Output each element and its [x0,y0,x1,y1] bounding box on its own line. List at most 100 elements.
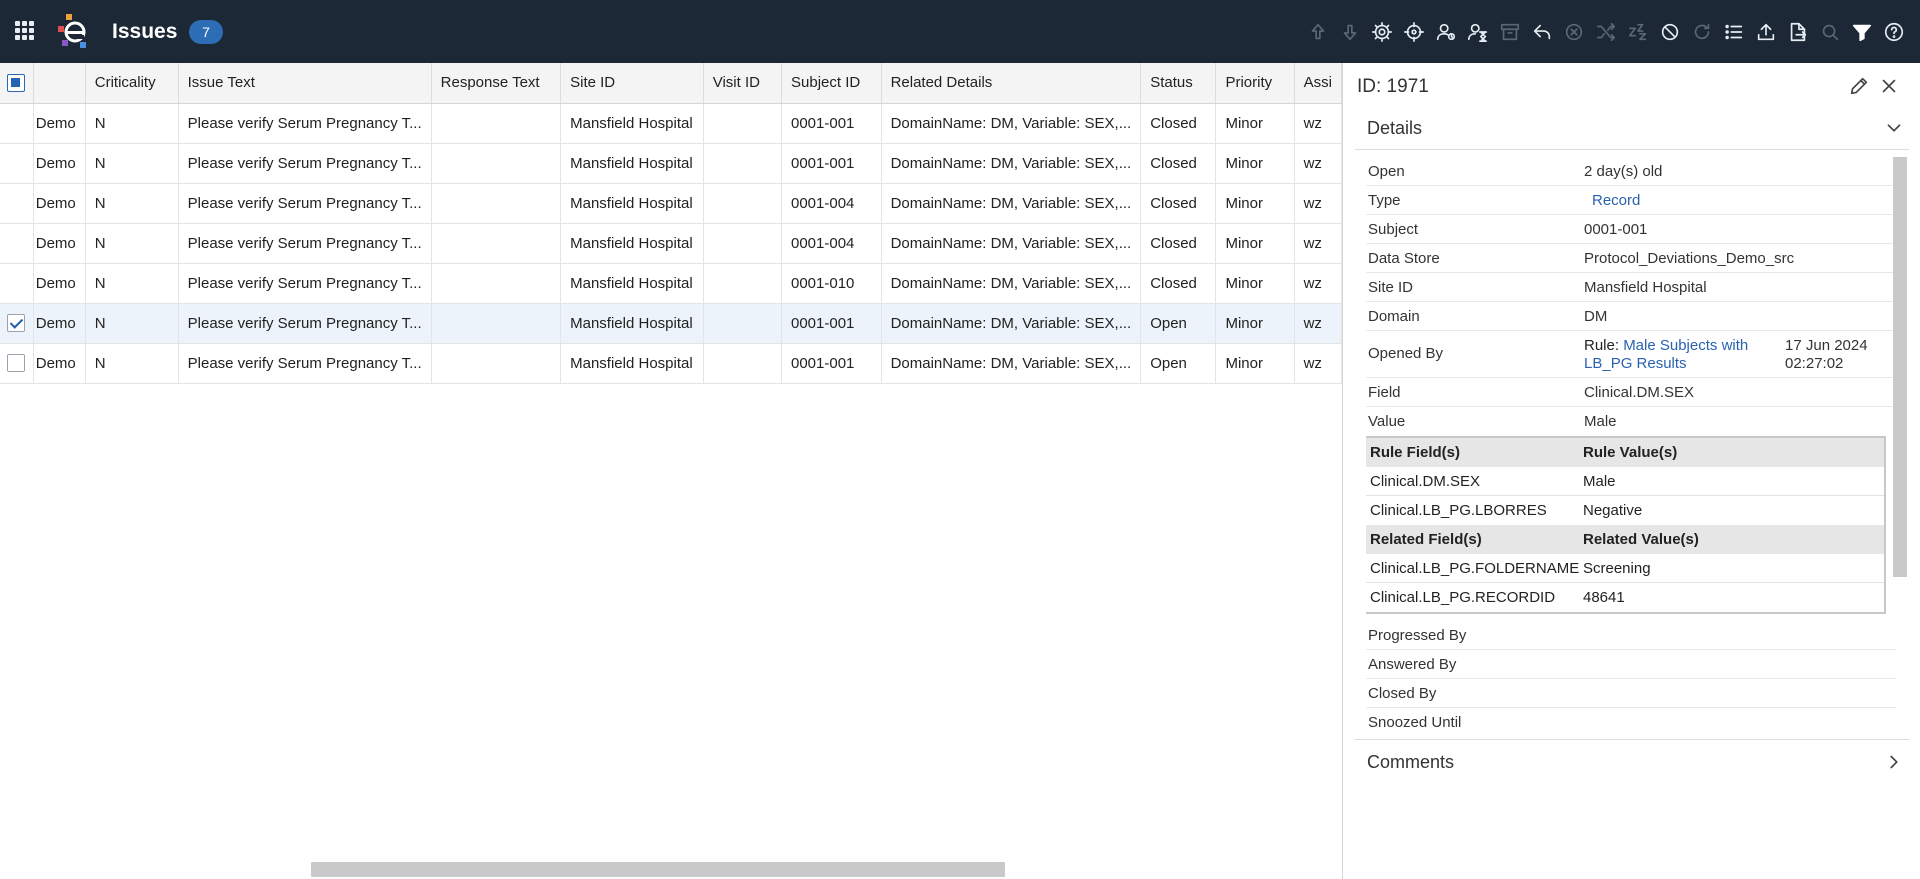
cell-related-details: DomainName: DM, Variable: SEX,... [881,263,1142,304]
move-down-icon[interactable] [1334,16,1366,48]
assign-user-icon[interactable] [1430,16,1462,48]
column-header-assignee[interactable]: Assi [1294,63,1342,104]
row-checkbox[interactable] [0,183,34,224]
detail-row-progressed-by: Progressed By [1366,621,1896,650]
column-header-subject-id[interactable]: Subject ID [781,63,882,104]
row-checkbox[interactable] [0,143,34,184]
cell-visit-id [703,263,783,304]
type-record-link[interactable]: Record [1592,192,1640,209]
row-checkbox[interactable] [0,263,34,304]
search-icon[interactable] [1814,16,1846,48]
cell-criticality: N [85,303,179,344]
select-all-checkbox[interactable] [0,63,34,104]
reply-icon[interactable] [1526,16,1558,48]
row-checkbox[interactable] [0,223,34,264]
export-icon[interactable] [1782,16,1814,48]
column-header-response-text[interactable]: Response Text [431,63,562,104]
cell-protocol: Demo [33,143,86,184]
move-up-icon[interactable] [1302,16,1334,48]
chevron-down-icon [1883,117,1905,139]
cell-visit-id [703,103,783,144]
column-header-issue-text[interactable]: Issue Text [178,63,432,104]
cell-subject-id: 0001-001 [781,303,882,344]
rule-value: Male [1583,473,1616,490]
column-header-priority[interactable]: Priority [1215,63,1295,104]
detail-value: Protocol_Deviations_Demo_src [1584,250,1795,267]
cell-site-id: Mansfield Hospital [560,263,704,304]
rule-table-row: Clinical.LB_PG.LBORRES Negative [1366,496,1884,525]
comments-section-header[interactable]: Comments [1355,739,1909,783]
refresh-icon[interactable] [1686,16,1718,48]
column-header-related-details[interactable]: Related Details [881,63,1142,104]
rule-field: Clinical.DM.SEX [1370,473,1481,490]
opened-date: 17 Jun 2024 02:27:02 [1785,337,1868,372]
filter-icon[interactable] [1846,16,1878,48]
detail-value: 0001-001 [1584,221,1648,238]
detail-row-opened-by: Opened By Rule: Male Subjects with LB_PG… [1366,331,1896,378]
cell-response-text [431,303,562,344]
row-checkbox[interactable] [0,303,34,344]
detail-key: Answered By [1368,656,1457,673]
cell-issue-text: Please verify Serum Pregnancy T... [178,303,432,344]
block-icon[interactable] [1654,16,1686,48]
cell-priority: Minor [1215,143,1295,184]
related-value: 48641 [1583,589,1625,606]
upload-icon[interactable] [1750,16,1782,48]
row-checkbox[interactable] [0,103,34,144]
detail-row-field: Field Clinical.DM.SEX [1366,378,1896,407]
help-icon[interactable] [1878,16,1910,48]
cell-priority: Minor [1215,223,1295,264]
crosshair-icon[interactable] [1398,16,1430,48]
edit-icon[interactable] [1848,75,1870,97]
table-row[interactable]: Demo N Please verify Serum Pregnancy T... M… [0,183,1342,224]
rule-table-header: Rule Field(s) Rule Value(s) [1366,438,1884,467]
cell-site-id: Mansfield Hospital [560,103,704,144]
settings-icon[interactable] [1366,16,1398,48]
cell-subject-id: 0001-010 [781,263,882,304]
details-section-header[interactable]: Details [1355,106,1909,150]
cell-response-text [431,143,562,184]
horizontal-scrollbar[interactable] [311,862,1005,877]
table-row[interactable]: Demo N Please verify Serum Pregnancy T... M… [0,263,1342,304]
table-row[interactable]: Demo N Please verify Serum Pregnancy T... M… [0,303,1342,344]
cell-priority: Minor [1215,183,1295,224]
table-row[interactable]: Demo N Please verify Serum Pregnancy T... M… [0,223,1342,264]
archive-box-icon[interactable] [1494,16,1526,48]
cell-status: Closed [1140,103,1217,144]
detail-row-data-store: Data Store Protocol_Deviations_Demo_src [1366,244,1896,273]
cell-issue-text: Please verify Serum Pregnancy T... [178,183,432,224]
close-icon[interactable] [1878,75,1900,97]
issue-detail-panel: ID: 1971 Details Open 2 day(s) old Type … [1344,63,1920,879]
cell-response-text [431,343,562,384]
cell-visit-id [703,223,783,264]
progress-hourglass-icon[interactable] [1462,16,1494,48]
cell-issue-text: Please verify Serum Pregnancy T... [178,143,432,184]
rule-field: Clinical.LB_PG.LBORRES [1370,502,1547,519]
toolbar [1302,16,1910,48]
column-header-site-id[interactable]: Site ID [560,63,704,104]
cell-related-details: DomainName: DM, Variable: SEX,... [881,303,1142,344]
column-header-visit-id[interactable]: Visit ID [703,63,783,104]
apps-grid-icon[interactable] [15,21,35,41]
list-icon[interactable] [1718,16,1750,48]
table-row[interactable]: Demo N Please verify Serum Pregnancy T... M… [0,143,1342,184]
details-vertical-scrollbar[interactable] [1893,157,1907,577]
shuffle-icon[interactable] [1590,16,1622,48]
cell-status: Closed [1140,183,1217,224]
row-checkbox[interactable] [0,343,34,384]
cell-assignee: wz [1294,143,1342,184]
detail-row-open: Open 2 day(s) old [1366,157,1896,186]
detail-value: Clinical.DM.SEX [1584,384,1695,401]
cell-criticality: N [85,103,179,144]
cancel-circle-icon[interactable] [1558,16,1590,48]
column-header-protocol[interactable] [33,63,86,104]
cell-status: Open [1140,343,1217,384]
column-header-criticality[interactable]: Criticality [85,63,179,104]
cell-visit-id [703,303,783,344]
column-header-status[interactable]: Status [1140,63,1217,104]
table-row[interactable]: Demo N Please verify Serum Pregnancy T... M… [0,103,1342,144]
rule-table-row: Clinical.DM.SEX Male [1366,467,1884,496]
cell-criticality: N [85,343,179,384]
table-row[interactable]: Demo N Please verify Serum Pregnancy T... M… [0,343,1342,384]
snooze-icon[interactable] [1622,16,1654,48]
